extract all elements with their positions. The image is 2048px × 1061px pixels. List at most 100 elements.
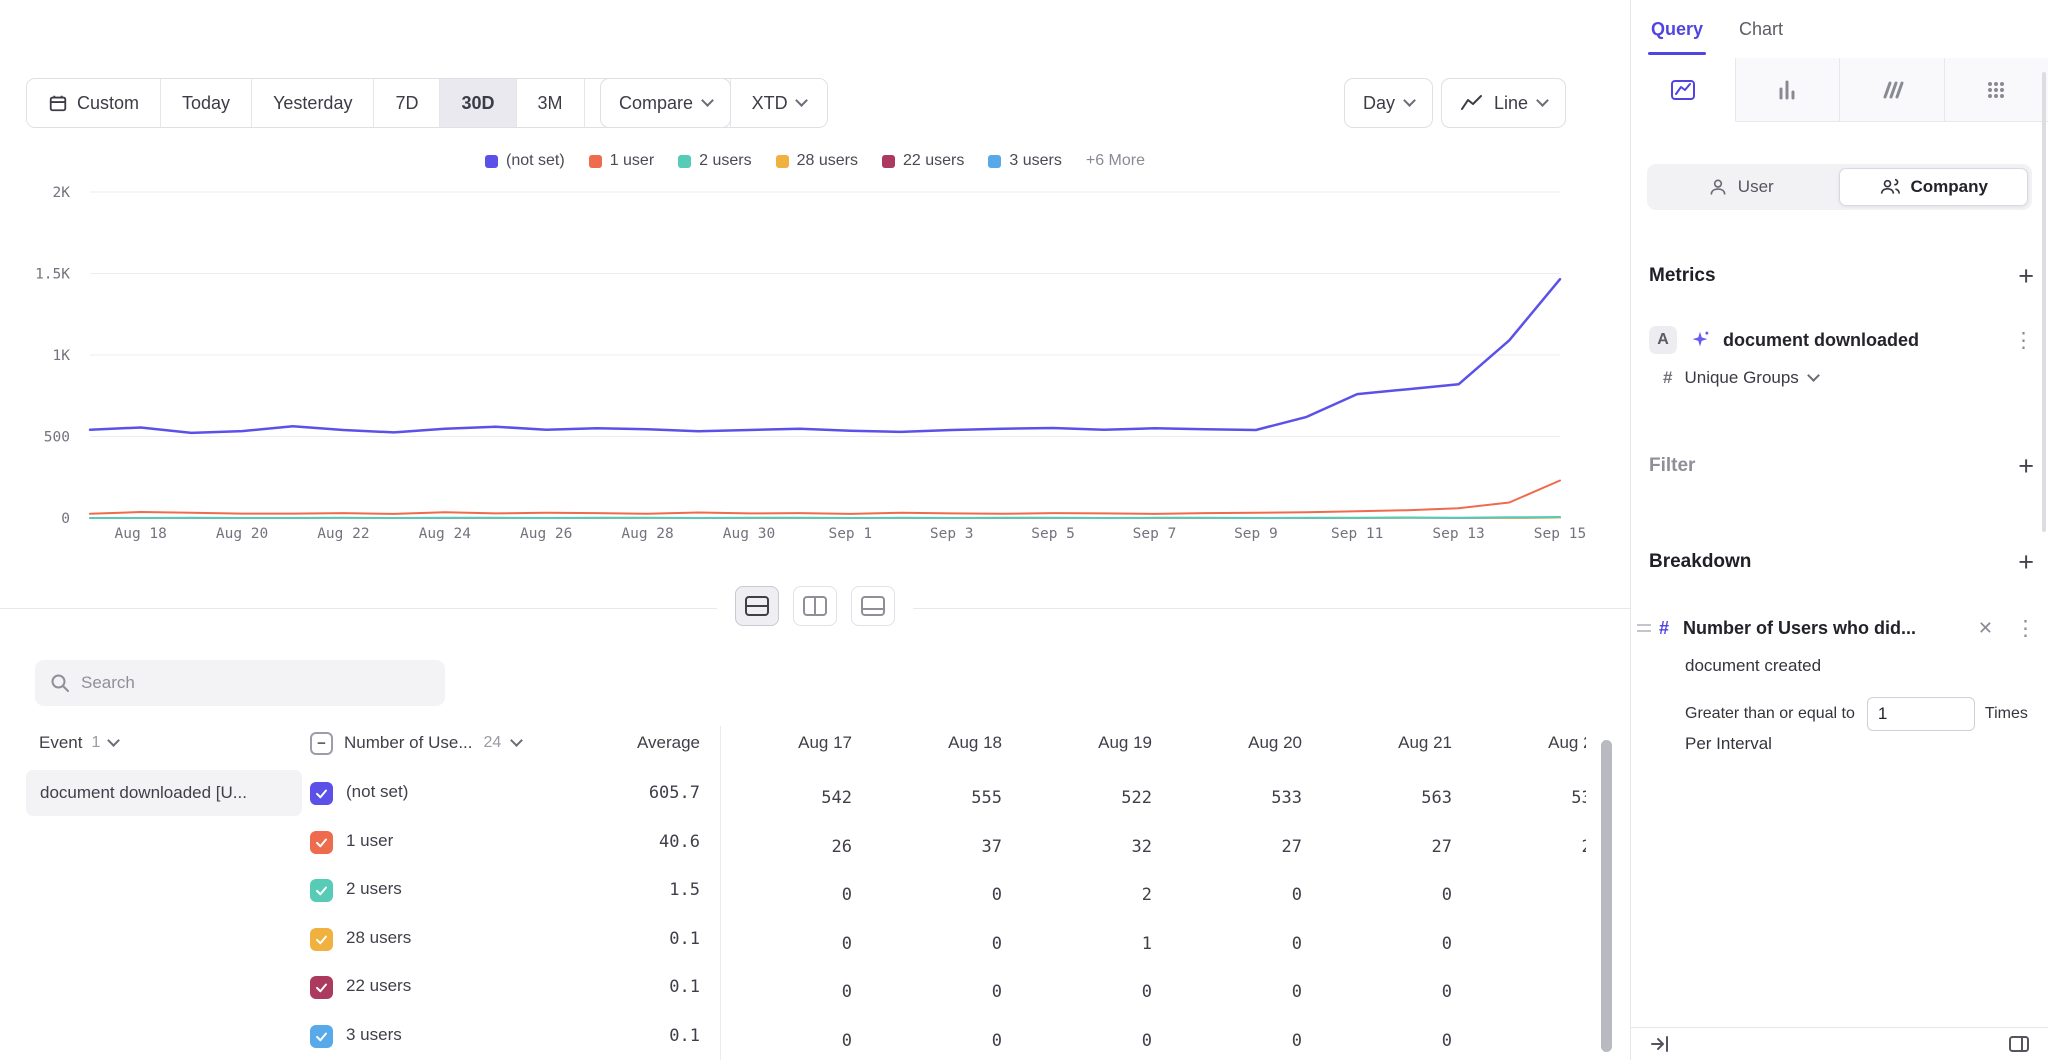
svg-text:Aug 28: Aug 28 (621, 526, 673, 542)
legend-swatch (776, 155, 789, 168)
tab-chart[interactable]: Chart (1739, 19, 1783, 40)
svg-text:Aug 24: Aug 24 (419, 526, 472, 542)
select-all-checkbox[interactable]: − (310, 732, 333, 755)
row-value-cell: 27 (1170, 832, 1320, 862)
row-value-cell: 0 (870, 929, 1020, 959)
legend-item[interactable]: 3 users (988, 152, 1061, 170)
layout-bottom-panel-icon[interactable] (851, 586, 895, 626)
range-button-today[interactable]: Today (160, 79, 251, 127)
legend-swatch (882, 155, 895, 168)
range-button-custom[interactable]: Custom (27, 79, 160, 127)
row-average: 40.6 (560, 832, 700, 852)
row-checkbox[interactable] (310, 831, 333, 854)
legend-item[interactable]: 1 user (589, 152, 654, 170)
svg-text:2K: 2K (53, 185, 71, 201)
table-row[interactable]: 3 users0.1000000 (0, 1013, 1630, 1061)
row-value-cell: 0 (1320, 1026, 1470, 1056)
tab-query[interactable]: Query (1651, 19, 1703, 40)
granularity-label: Day (1363, 93, 1395, 114)
layout-split-horizontal-icon[interactable] (735, 586, 779, 626)
search-input[interactable] (81, 673, 431, 693)
row-values: 000000 (720, 977, 1586, 1007)
line-chart[interactable]: 05001K1.5K2KAug 18Aug 20Aug 22Aug 24Aug … (20, 180, 1600, 560)
chart-legend: (not set) 1 user 2 users 28 users 22 users 3 … (0, 152, 1630, 170)
row-values: 263732272728 (720, 832, 1586, 862)
metric-card[interactable]: A document downloaded ⋮ (1649, 322, 2034, 358)
panel-scrollbar[interactable] (2042, 72, 2046, 532)
range-button-3m[interactable]: 3M (516, 79, 584, 127)
chart-canvas[interactable]: 05001K1.5K2KAug 18Aug 20Aug 22Aug 24Aug … (20, 180, 1600, 560)
row-value-cell: 563 (1320, 783, 1470, 813)
search-box (35, 660, 445, 706)
event-sparkle-icon (1689, 329, 1711, 351)
compare-button[interactable]: Compare (600, 78, 731, 128)
aggregation-dropdown[interactable]: Unique Groups (1684, 368, 1817, 388)
svg-text:Aug 30: Aug 30 (723, 526, 775, 542)
legend-item[interactable]: (not set) (485, 152, 565, 170)
chart-type-line-icon[interactable] (1631, 58, 1736, 122)
row-label: 22 users (346, 976, 411, 996)
svg-text:1.5K: 1.5K (35, 267, 70, 283)
svg-text:Aug 26: Aug 26 (520, 526, 572, 542)
svg-text:Aug 18: Aug 18 (115, 526, 167, 542)
add-filter-button[interactable]: + (2018, 456, 2034, 476)
legend-label: 1 user (610, 152, 654, 170)
row-value-cell: 0 (1170, 977, 1320, 1007)
table-scrollbar[interactable] (1601, 740, 1612, 1052)
drag-handle-icon[interactable] (1637, 620, 1651, 636)
series-column-header[interactable]: − Number of Use... 24 (310, 728, 521, 758)
range-button-30d[interactable]: 30D (439, 79, 515, 127)
layout-split-vertical-icon[interactable] (793, 586, 837, 626)
table-row[interactable]: 1 user40.6263732272728 (0, 819, 1630, 867)
chart-type-selector (1631, 58, 2048, 122)
range-button-7d[interactable]: 7D (373, 79, 439, 127)
entity-user-option[interactable]: User (1647, 164, 1835, 210)
event-column-header[interactable]: Event 1 (39, 728, 118, 758)
table-row[interactable]: 2 users1.5002000 (0, 867, 1630, 915)
entity-company-option[interactable]: Company (1839, 168, 2029, 206)
legend-item[interactable]: 28 users (776, 152, 858, 170)
row-checkbox[interactable] (310, 976, 333, 999)
chart-type-flow-icon[interactable] (1840, 58, 1945, 122)
chevron-down-icon (1807, 369, 1820, 382)
row-average: 605.7 (560, 783, 700, 803)
row-checkbox[interactable] (310, 1025, 333, 1048)
filter-section-header: Filter + (1649, 452, 2034, 480)
chevron-down-icon (795, 94, 808, 107)
legend-item[interactable]: 2 users (678, 152, 751, 170)
row-average: 0.1 (560, 977, 700, 997)
row-value-cell: 0 (720, 880, 870, 910)
row-checkbox[interactable] (310, 928, 333, 951)
chart-type-bar-icon[interactable] (1736, 58, 1841, 122)
row-checkbox[interactable] (310, 782, 333, 805)
filter-heading: Filter (1649, 455, 1695, 477)
legend-item[interactable]: 22 users (882, 152, 964, 170)
legend-label: (not set) (506, 152, 565, 170)
row-value-cell: 0 (720, 977, 870, 1007)
legend-more[interactable]: +6 More (1086, 152, 1145, 170)
remove-breakdown-icon[interactable]: ✕ (1978, 618, 1993, 639)
metric-menu-icon[interactable]: ⋮ (2013, 328, 2034, 353)
breakdown-property-name: Number of Users who did... (1683, 618, 1978, 639)
row-checkbox[interactable] (310, 879, 333, 902)
range-button-xtd[interactable]: XTD (730, 79, 827, 127)
collapse-panel-icon[interactable] (1649, 1033, 1671, 1055)
table-row[interactable]: 22 users0.1000000 (0, 964, 1630, 1012)
side-panel-icon[interactable] (2008, 1034, 2030, 1054)
legend-label: 2 users (699, 152, 751, 170)
row-value-cell: 0 (720, 929, 870, 959)
breakdown-value-input[interactable] (1867, 697, 1975, 731)
table-row[interactable]: (not set)605.7542555522533563530 (0, 770, 1630, 818)
add-metric-button[interactable]: + (2018, 266, 2034, 286)
chart-style-button[interactable]: Line (1441, 78, 1566, 128)
breakdown-menu-icon[interactable]: ⋮ (2015, 616, 2036, 641)
add-breakdown-button[interactable]: + (2018, 552, 2034, 572)
chart-type-more-icon[interactable] (1945, 58, 2048, 122)
breakdown-heading: Breakdown (1649, 551, 1751, 573)
granularity-button[interactable]: Day (1344, 78, 1433, 128)
table-row[interactable]: 28 users0.1001000 (0, 916, 1630, 964)
search-icon (49, 672, 71, 694)
row-value-cell: 27 (1320, 832, 1470, 862)
range-button-yesterday[interactable]: Yesterday (251, 79, 373, 127)
svg-text:Aug 22: Aug 22 (317, 526, 369, 542)
